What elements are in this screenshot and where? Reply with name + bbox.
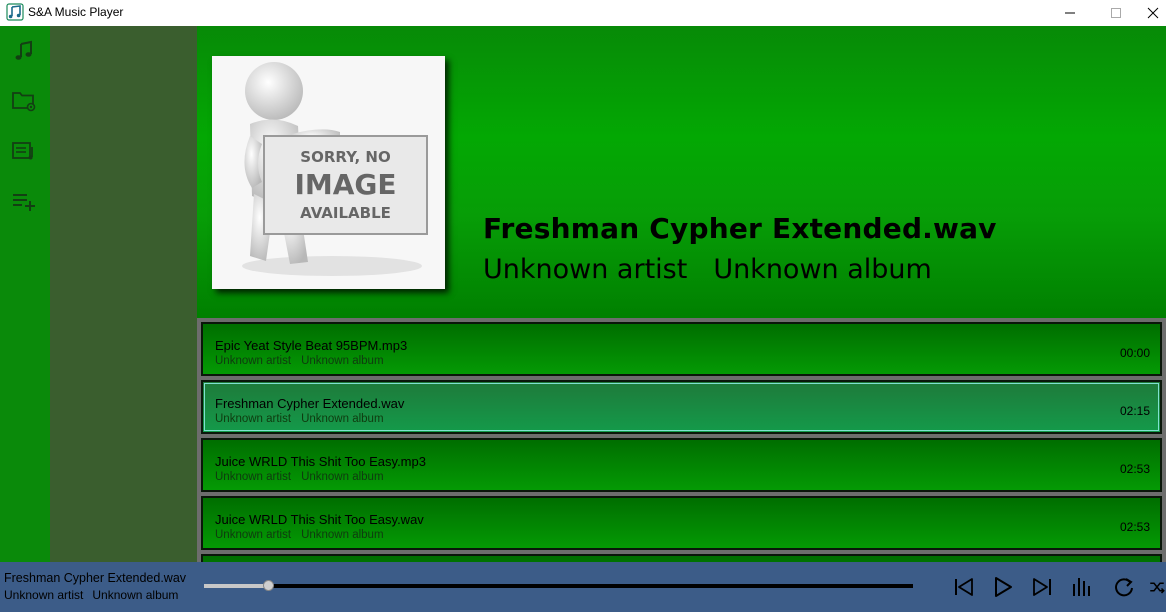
track-artist: Unknown artist: [215, 413, 292, 425]
repeat-button[interactable]: [1109, 572, 1139, 602]
track-duration: 02:15: [1119, 404, 1150, 418]
rail-item-library[interactable]: [10, 137, 38, 165]
skip-previous-icon: [955, 578, 973, 596]
music-note-icon: [15, 40, 32, 60]
track-row-partial[interactable]: [201, 554, 1162, 562]
placeholder-line-3: AVAILABLE: [300, 204, 391, 222]
equalizer-icon: [1073, 578, 1090, 596]
track-album: Unknown album: [301, 413, 384, 425]
player-bar: Freshman Cypher Extended.wav Unknown art…: [0, 562, 1166, 612]
rail-item-folders[interactable]: [10, 87, 38, 115]
track-name: Juice WRLD This Shit Too Easy.mp3: [215, 454, 426, 469]
player-track-title: Freshman Cypher Extended.wav: [4, 571, 187, 585]
nav-rail: [0, 26, 50, 562]
rail-item-music[interactable]: [10, 37, 38, 65]
track-row[interactable]: Epic Yeat Style Beat 95BPM.mp3 Unknown a…: [201, 322, 1162, 376]
maximize-icon: [1111, 8, 1121, 18]
track-list: Epic Yeat Style Beat 95BPM.mp3 Unknown a…: [197, 318, 1166, 562]
track-name: Epic Yeat Style Beat 95BPM.mp3: [215, 338, 408, 353]
now-playing-artist: Unknown artist: [483, 254, 688, 285]
now-playing-header: SORRY, NO IMAGE AVAILABLE Freshman Cyphe…: [197, 26, 1166, 318]
skip-next-icon: [1033, 578, 1051, 596]
window-title: S&A Music Player: [28, 5, 124, 19]
equalizer-button[interactable]: [1067, 572, 1097, 602]
shuffle-icon: [1150, 582, 1165, 594]
add-to-playlist-icon: [13, 194, 35, 211]
maximize-button[interactable]: [1093, 0, 1139, 26]
now-playing-subtitle: Unknown artist Unknown album: [483, 254, 932, 285]
close-icon: [1147, 7, 1158, 19]
folder-settings-icon: [12, 92, 36, 112]
track-name: Freshman Cypher Extended.wav: [215, 396, 405, 411]
seek-thumb[interactable]: [262, 580, 274, 591]
app-music-icon: [6, 3, 24, 21]
close-button[interactable]: [1139, 0, 1166, 26]
music-library-icon: [12, 142, 33, 160]
track-duration: 00:00: [1119, 346, 1150, 360]
placeholder-line-2: IMAGE: [294, 168, 397, 201]
track-duration: 02:53: [1119, 520, 1150, 534]
next-button[interactable]: [1027, 572, 1057, 602]
track-album: Unknown album: [301, 529, 384, 541]
track-meta: Unknown artist Unknown album: [215, 413, 384, 425]
seek-bar[interactable]: [204, 580, 913, 591]
repeat-icon: [1115, 578, 1133, 597]
play-icon: [995, 577, 1012, 597]
seek-progress: [204, 584, 268, 588]
track-artist: Unknown artist: [215, 529, 292, 541]
minimize-button[interactable]: [1047, 0, 1093, 26]
track-meta: Unknown artist Unknown album: [215, 529, 384, 541]
album-cover: SORRY, NO IMAGE AVAILABLE: [212, 56, 445, 289]
player-track-meta: Unknown artist Unknown album: [4, 588, 178, 602]
now-playing-title: Freshman Cypher Extended.wav: [483, 212, 997, 245]
player-album: Unknown album: [92, 588, 179, 602]
track-artist: Unknown artist: [215, 355, 292, 367]
track-duration: 02:53: [1119, 462, 1150, 476]
track-name: Juice WRLD This Shit Too Easy.wav: [215, 512, 424, 527]
track-artist: Unknown artist: [215, 471, 292, 483]
rail-item-add-playlist[interactable]: [10, 187, 38, 215]
minimize-icon: [1065, 12, 1075, 14]
track-album: Unknown album: [301, 471, 384, 483]
player-artist: Unknown artist: [4, 588, 84, 602]
shuffle-button[interactable]: [1148, 572, 1166, 602]
track-row-selected[interactable]: Freshman Cypher Extended.wav Unknown art…: [201, 380, 1162, 434]
now-playing-album: Unknown album: [713, 254, 932, 285]
play-button[interactable]: [988, 572, 1018, 602]
placeholder-text: SORRY, NO IMAGE AVAILABLE: [264, 146, 427, 224]
placeholder-line-1: SORRY, NO: [300, 148, 391, 166]
track-row[interactable]: Juice WRLD This Shit Too Easy.mp3 Unknow…: [201, 438, 1162, 492]
track-meta: Unknown artist Unknown album: [215, 471, 384, 483]
previous-button[interactable]: [949, 572, 979, 602]
track-album: Unknown album: [301, 355, 384, 367]
track-row[interactable]: Juice WRLD This Shit Too Easy.wav Unknow…: [201, 496, 1162, 550]
track-meta: Unknown artist Unknown album: [215, 355, 384, 367]
title-bar: S&A Music Player: [0, 0, 1166, 26]
side-panel: [50, 26, 197, 562]
